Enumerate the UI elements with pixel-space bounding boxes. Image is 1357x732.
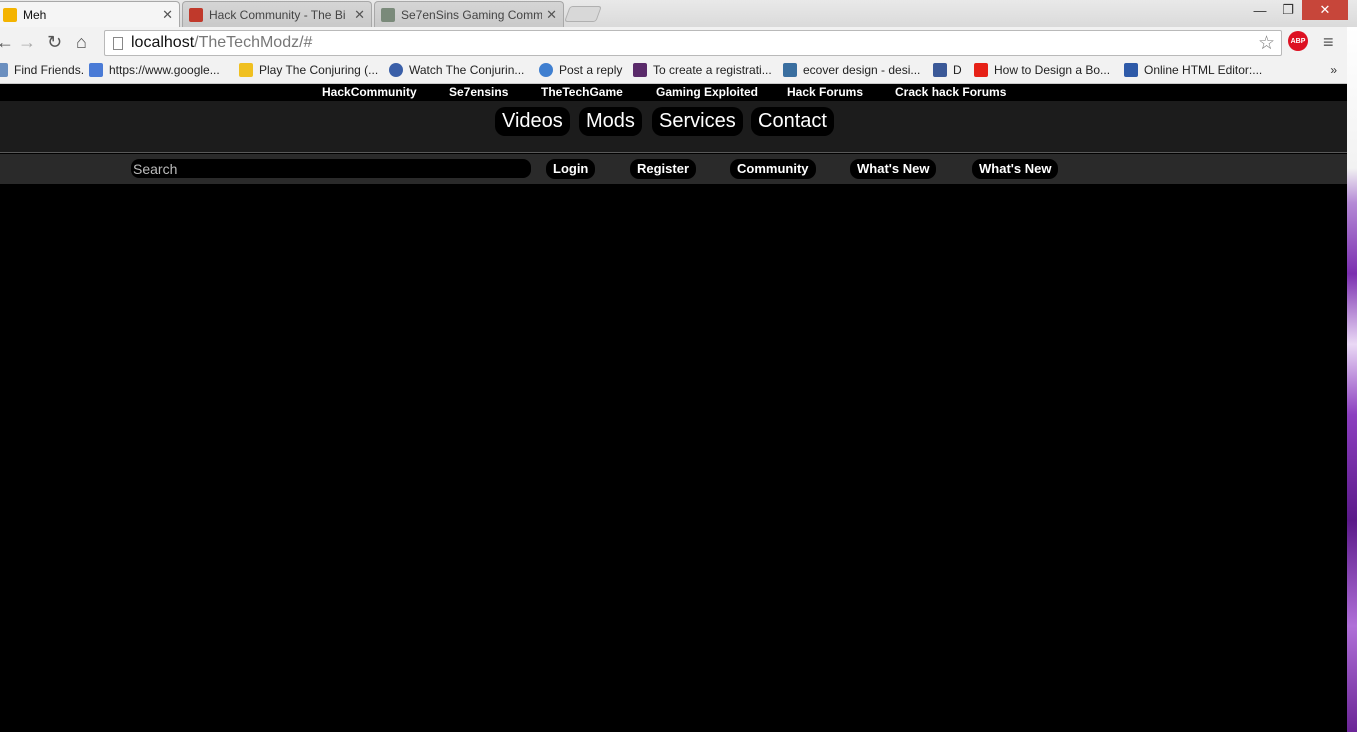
bookmark-label: Online HTML Editor:... [1144, 63, 1263, 77]
whats-new-button-2[interactable]: What's New [972, 159, 1059, 179]
top-link-hackcommunity[interactable]: HackCommunity [322, 85, 417, 99]
tab-title: Hack Community - The Bi [209, 7, 346, 22]
search-input[interactable] [131, 159, 531, 178]
bookmark-item[interactable]: To create a registrati... [633, 63, 772, 77]
tab-favicon-icon [189, 7, 203, 22]
window-close-icon[interactable]: ✕ [1302, 0, 1348, 20]
bookmark-favicon-icon [539, 63, 553, 77]
bookmark-favicon-icon [783, 63, 797, 77]
top-links-bar: HackCommunity Se7ensins TheTechGame Gami… [0, 85, 1347, 101]
adblock-icon[interactable]: ABP [1288, 31, 1308, 51]
top-link-gaming-exploited[interactable]: Gaming Exploited [656, 85, 758, 99]
top-link-crack-hack-forums[interactable]: Crack hack Forums [895, 85, 1006, 99]
reload-icon[interactable]: ↻ [47, 32, 62, 53]
nav-mods[interactable]: Mods [579, 107, 642, 136]
bookmark-favicon-icon [633, 63, 647, 77]
main-nav: Videos Mods Services Contact [0, 101, 1347, 153]
back-icon[interactable]: ← [0, 32, 14, 53]
bookmark-favicon-icon [389, 63, 403, 77]
youtube-icon [974, 63, 988, 77]
bookmarks-bar: Find Friends. https://www.google... Play… [0, 60, 1357, 84]
login-button[interactable]: Login [546, 159, 596, 179]
window-controls: — ❐ ✕ [1246, 0, 1348, 22]
bookmarks-overflow-icon[interactable]: » [1330, 63, 1337, 77]
bookmark-label: Post a reply [559, 63, 623, 77]
url-host: localhost [131, 34, 195, 51]
bookmark-label: Find Friends. [14, 63, 85, 77]
google-icon [89, 63, 103, 77]
bookmark-item[interactable]: Post a reply [539, 63, 622, 77]
bookmark-label: Watch The Conjurin... [409, 63, 525, 77]
top-link-se7ensins[interactable]: Se7ensins [449, 85, 508, 99]
tab-favicon-icon [381, 7, 395, 22]
new-tab-button[interactable] [564, 6, 602, 22]
bookmark-item[interactable]: Watch The Conjurin... [389, 63, 524, 77]
desktop-background-strip [1347, 27, 1357, 732]
bookmark-favicon-icon [239, 63, 253, 77]
nav-services[interactable]: Services [652, 107, 743, 136]
bookmark-item[interactable]: Online HTML Editor:... [1124, 63, 1262, 77]
browser-toolbar: ← → ↻ ⌂ localhost/TheTechModz/# ☆ ABP ≡ [0, 27, 1357, 60]
bookmark-label: D [953, 63, 962, 77]
bookmark-label: To create a registrati... [653, 63, 772, 77]
bookmark-item[interactable]: D [933, 63, 962, 77]
bookmark-label: ecover design - desi... [803, 63, 921, 77]
nav-contact[interactable]: Contact [751, 107, 834, 136]
bookmark-label: Play The Conjuring (... [259, 63, 379, 77]
browser-tab-se7ensins[interactable]: Se7enSins Gaming Comm ✕ [374, 1, 564, 27]
bookmark-item[interactable]: ecover design - desi... [783, 63, 920, 77]
close-icon[interactable]: ✕ [546, 7, 557, 23]
sub-nav: Login Register Community What's New What… [0, 154, 1347, 184]
forward-icon[interactable]: → [18, 32, 36, 53]
minimize-icon[interactable]: — [1246, 0, 1274, 20]
bookmark-item[interactable]: Play The Conjuring (... [239, 63, 378, 77]
bookmark-item[interactable]: How to Design a Bo... [974, 63, 1110, 77]
whats-new-button[interactable]: What's New [850, 159, 937, 179]
browser-tab-hack-community[interactable]: Hack Community - The Bi ✕ [182, 1, 372, 27]
tab-title: Meh [23, 7, 47, 22]
register-button[interactable]: Register [630, 159, 697, 179]
restore-icon[interactable]: ❐ [1274, 0, 1302, 20]
close-icon[interactable]: ✕ [354, 7, 365, 23]
community-button[interactable]: Community [730, 159, 816, 179]
browser-tab-bar: Meh ✕ Hack Community - The Bi ✕ Se7enSin… [0, 0, 1357, 27]
bookmark-item[interactable]: Find Friends. [0, 63, 84, 77]
web-page: HackCommunity Se7ensins TheTechGame Gami… [0, 85, 1347, 732]
browser-tab-meh[interactable]: Meh ✕ [0, 1, 180, 27]
address-bar[interactable]: localhost/TheTechModz/# ☆ [104, 30, 1282, 56]
page-icon [113, 36, 123, 50]
close-icon[interactable]: ✕ [162, 7, 173, 23]
top-link-hack-forums[interactable]: Hack Forums [787, 85, 863, 99]
tab-title: Se7enSins Gaming Comm [401, 7, 543, 22]
facebook-icon [933, 63, 947, 77]
bookmark-item[interactable]: https://www.google... [89, 63, 220, 77]
bookmark-label: How to Design a Bo... [994, 63, 1111, 77]
home-icon[interactable]: ⌂ [76, 32, 87, 53]
bookmark-favicon-icon [1124, 63, 1138, 77]
bookmark-label: https://www.google... [109, 63, 220, 77]
top-link-thetechgame[interactable]: TheTechGame [541, 85, 623, 99]
nav-videos[interactable]: Videos [495, 107, 570, 136]
bookmark-star-icon[interactable]: ☆ [1258, 32, 1275, 55]
url-path: /TheTechModz/# [194, 34, 313, 51]
menu-icon[interactable]: ≡ [1323, 32, 1334, 53]
bookmark-favicon-icon [0, 63, 8, 77]
tab-favicon-icon [3, 7, 17, 22]
